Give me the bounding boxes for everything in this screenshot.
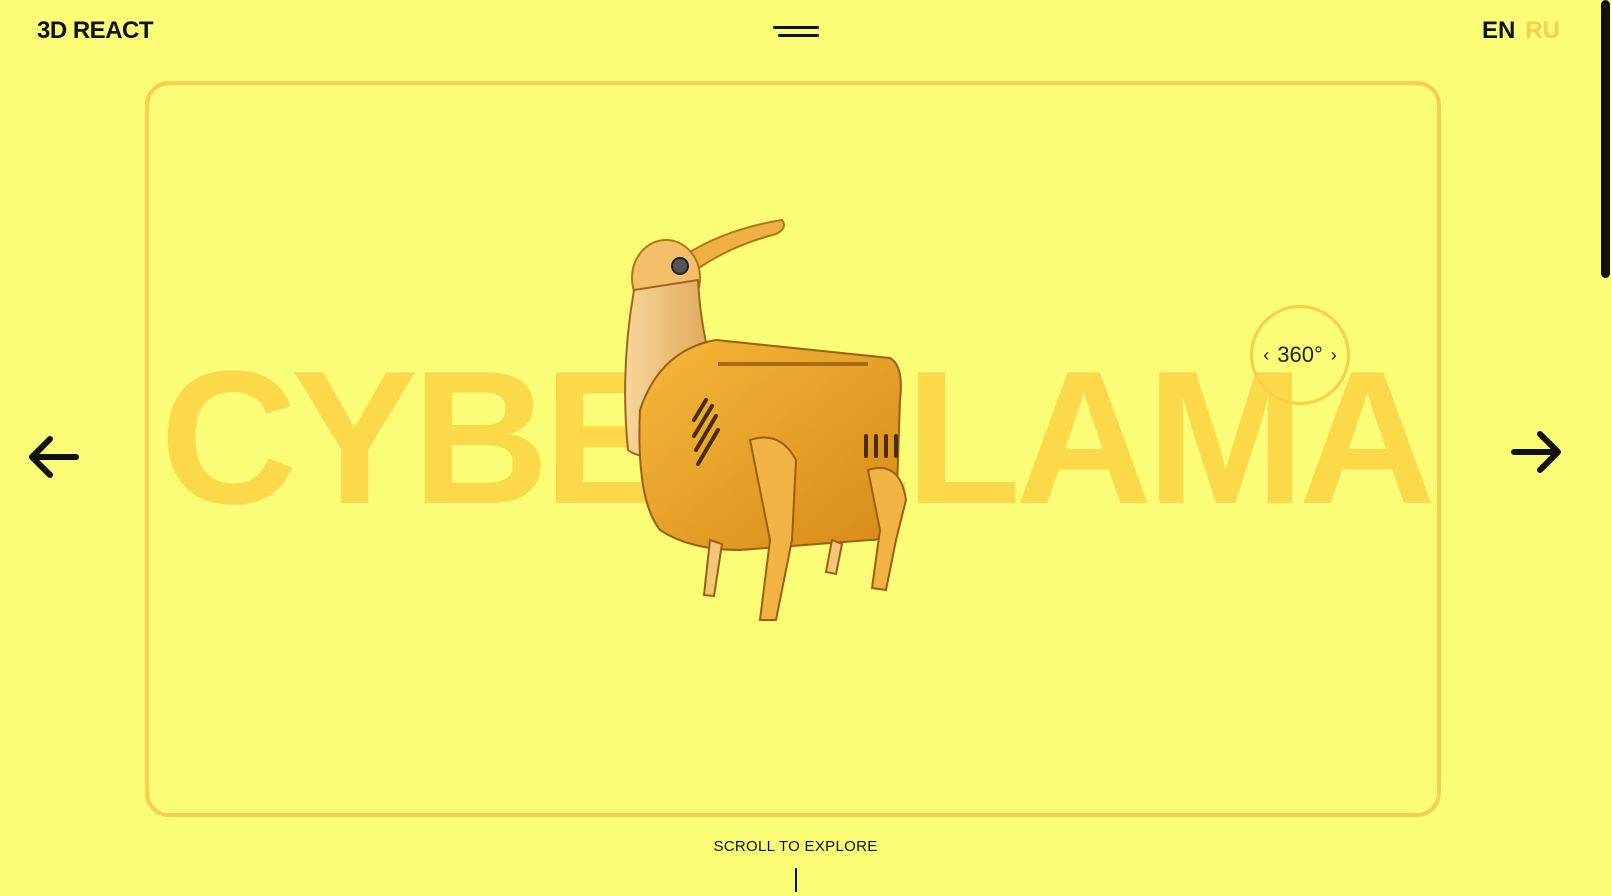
cyber-llama-image [624, 218, 908, 621]
rotate-360-control[interactable]: ‹ 360° › [1250, 305, 1350, 405]
menu-icon-line-top [773, 26, 819, 29]
rotate-360-label: 360° [1277, 342, 1323, 367]
language-ru[interactable]: RU [1525, 17, 1560, 44]
cyber-llama-model[interactable] [600, 210, 940, 650]
arrow-left-icon [29, 436, 79, 478]
prev-model-button[interactable] [26, 429, 82, 485]
scroll-hint: SCROLL TO EXPLORE [713, 838, 878, 855]
scrollbar[interactable] [1600, 0, 1611, 896]
chevron-right-icon: › [1330, 344, 1337, 365]
chevron-left-icon: ‹ [1263, 344, 1270, 365]
scroll-indicator-line [795, 868, 797, 892]
menu-button[interactable] [773, 24, 819, 40]
menu-icon-line-bottom [778, 34, 819, 37]
arrow-right-icon [1511, 431, 1561, 473]
scrollbar-thumb[interactable] [1601, 0, 1610, 278]
next-model-button[interactable] [1508, 424, 1564, 480]
logo[interactable]: 3D REACT [37, 17, 154, 45]
language-switcher: EN RU [1482, 17, 1570, 45]
language-en[interactable]: EN [1482, 17, 1515, 44]
